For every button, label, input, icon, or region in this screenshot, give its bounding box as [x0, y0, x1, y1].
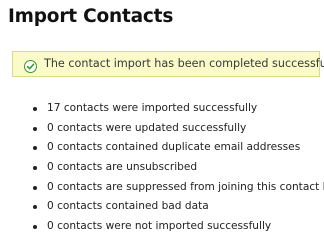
list-item-text: 0 contacts are suppressed from joining t… [47, 180, 324, 193]
success-message: The contact import has been completed su… [44, 57, 324, 70]
list-item-text: 17 contacts were imported successfully [47, 102, 258, 114]
bullet-icon [33, 146, 37, 151]
list-item-text: 0 contacts were updated successfully [47, 121, 247, 134]
list-item-text: 0 contacts are unsubscribed [47, 161, 198, 174]
bullet-icon [33, 166, 37, 171]
list-item-text: 0 contacts were not imported successfull… [47, 220, 272, 233]
check-circle-icon [24, 58, 37, 73]
list-item-text: 0 contacts contained bad data [47, 200, 209, 213]
success-banner: The contact import has been completed su… [12, 51, 324, 77]
list-item-text: 0 contacts contained duplicate email add… [47, 141, 301, 154]
bullet-icon [33, 126, 37, 131]
bullet-icon [33, 225, 37, 230]
page-title: Import Contacts [8, 6, 174, 27]
bullet-icon [33, 185, 37, 190]
bullet-icon [33, 205, 37, 210]
bullet-icon [33, 107, 37, 111]
